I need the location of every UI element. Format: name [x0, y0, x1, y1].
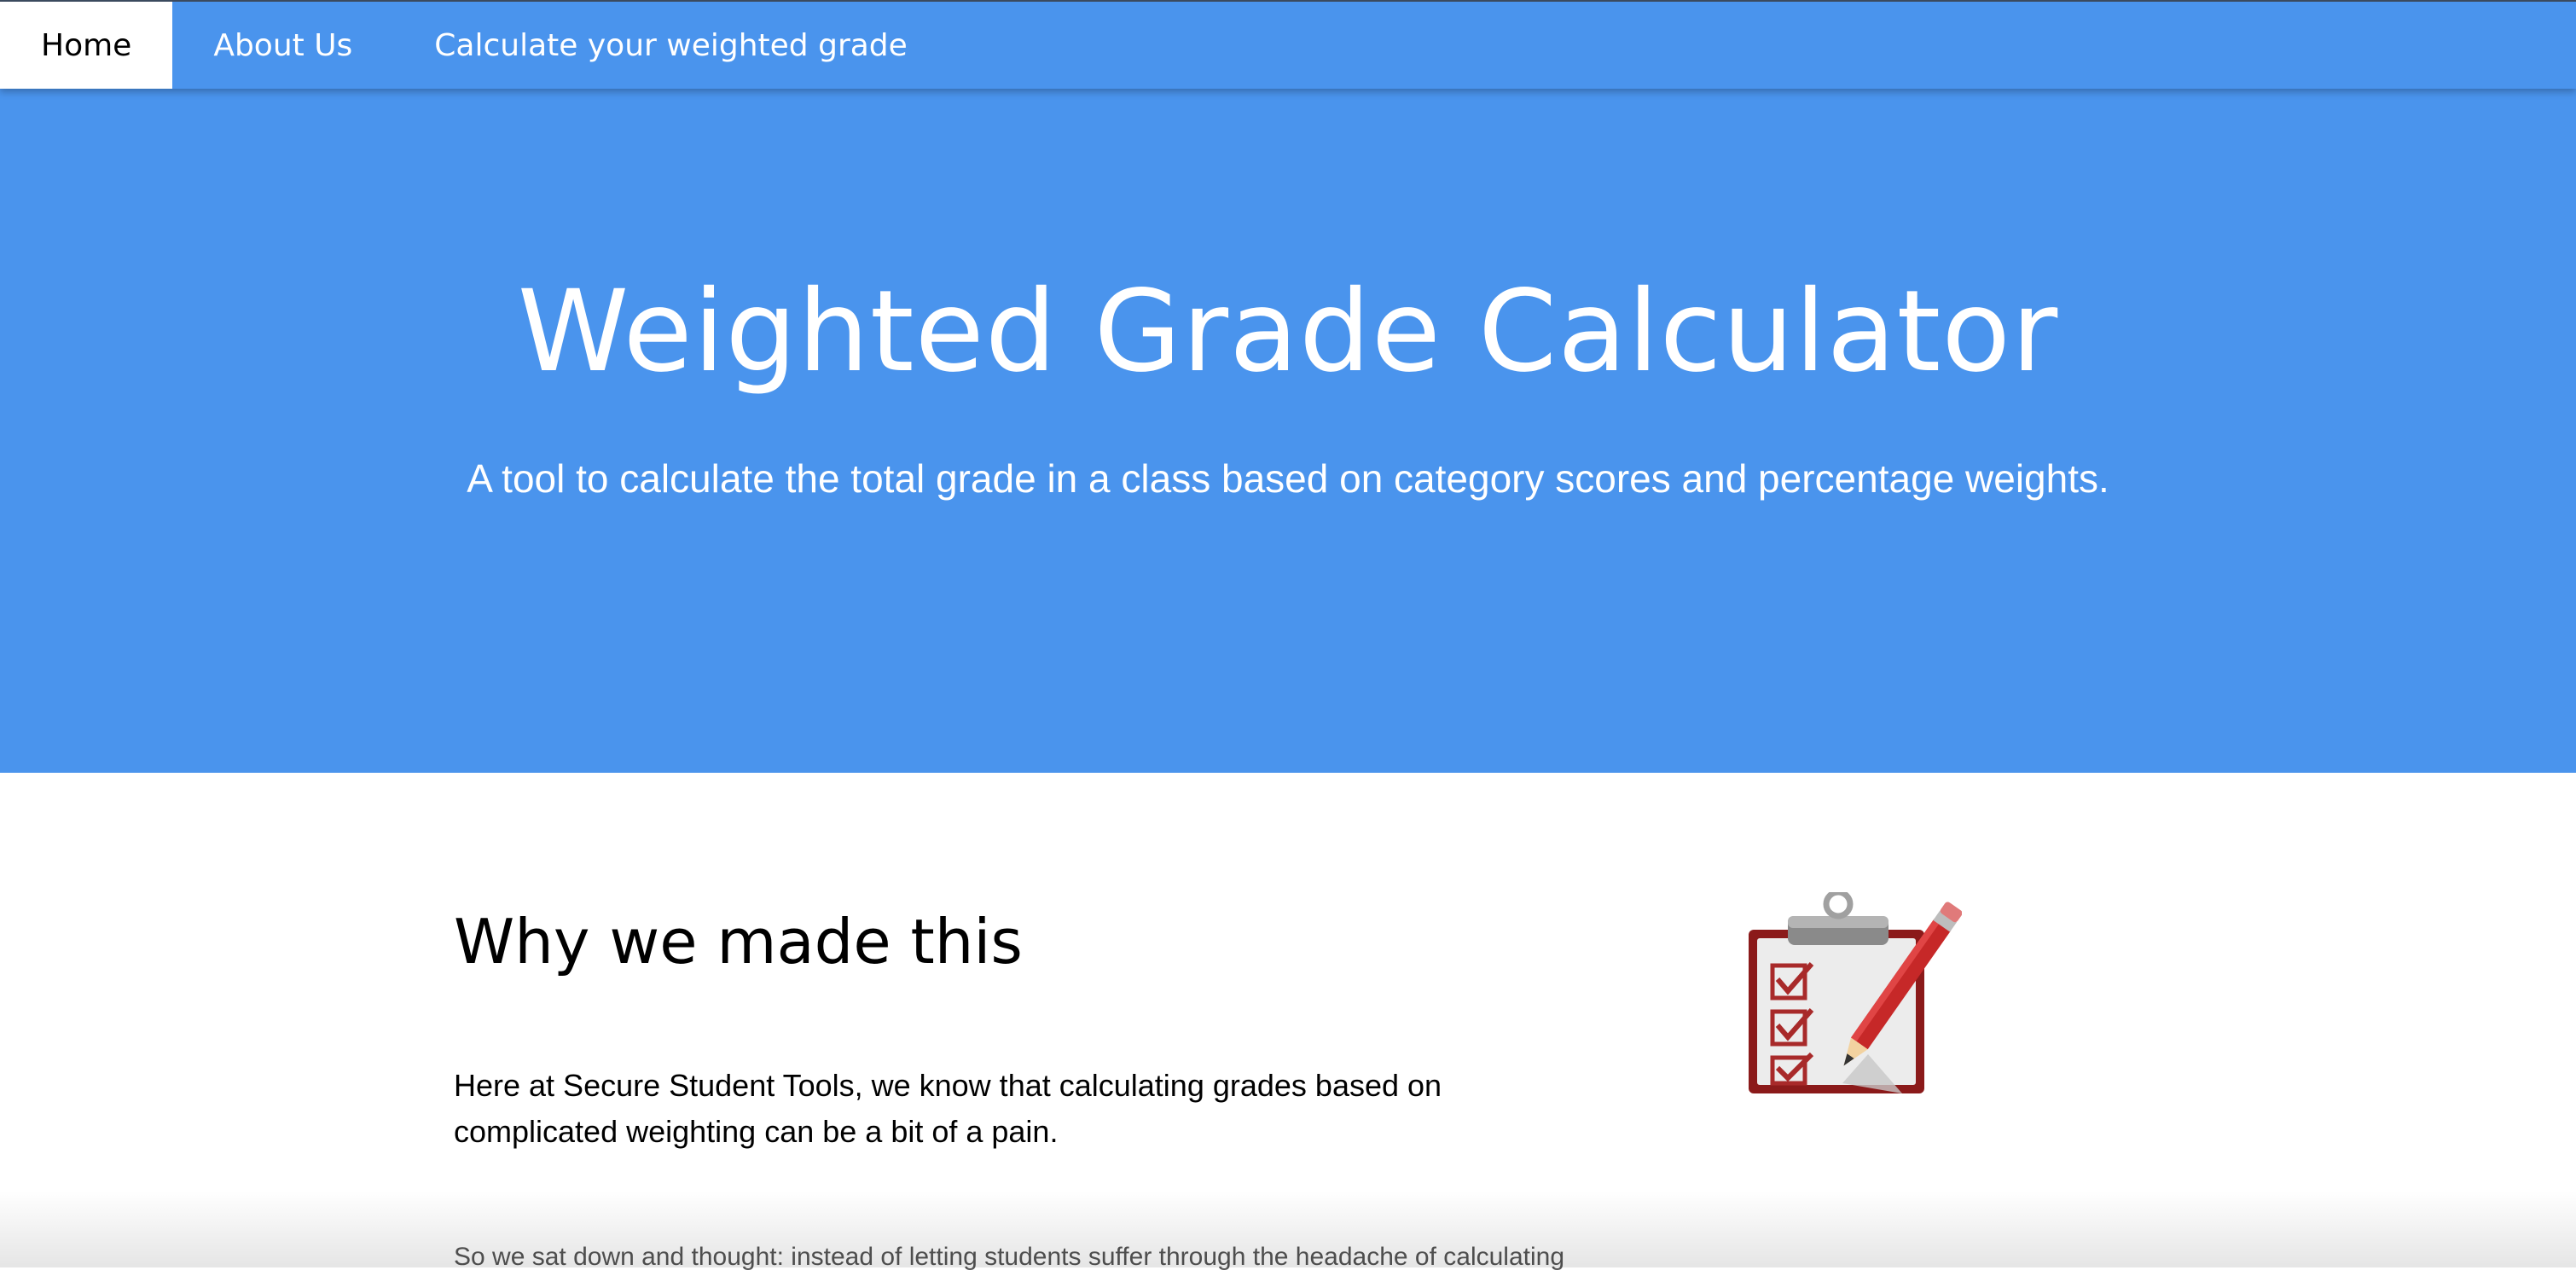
nav-home-link[interactable]: Home: [0, 2, 173, 89]
clipboard-ring: [1823, 892, 1854, 919]
nav-about-us-link[interactable]: About Us: [172, 2, 393, 89]
top-navigation-bar: Home About Us Calculate your weighted gr…: [0, 0, 2576, 89]
hero-title: Weighted Grade Calculator: [517, 266, 2059, 397]
clipboard-checklist-pencil-icon: [1749, 892, 1962, 1093]
intro-paragraph: Here at Secure Student Tools, we know th…: [454, 1068, 1442, 1149]
second-paragraph: So we sat down and thought: instead of l…: [454, 1243, 1565, 1271]
about-section: Why we made this Here at Secure Student …: [0, 773, 2576, 1271]
hero-banner: Weighted Grade Calculator A tool to calc…: [0, 89, 2576, 773]
section-heading: Why we made this: [454, 906, 1023, 977]
hero-subtitle: A tool to calculate the total grade in a…: [467, 456, 2109, 501]
nav-calculate-link[interactable]: Calculate your weighted grade: [393, 2, 949, 89]
